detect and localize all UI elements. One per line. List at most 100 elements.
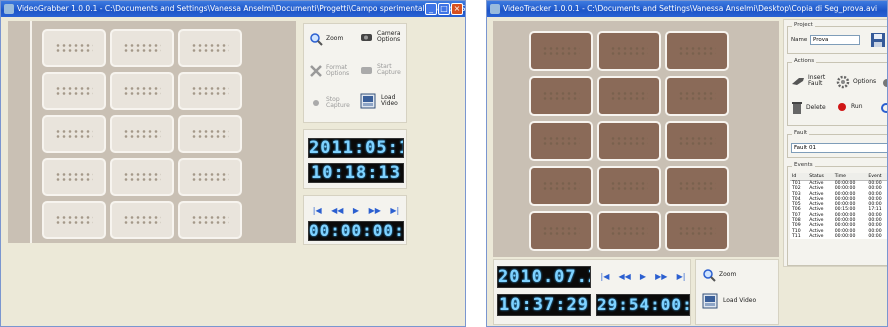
name-label: Name xyxy=(791,37,808,43)
tool-panel: Zoom Camera Options Format Options Start… xyxy=(303,23,407,123)
delete-label: Delete xyxy=(806,103,826,111)
table-cell: T11 xyxy=(792,233,801,239)
zoom-label: Zoom xyxy=(719,270,737,278)
table-cell: 00:00:00 xyxy=(834,233,856,239)
app-icon xyxy=(4,4,14,14)
seed-tray xyxy=(178,158,242,196)
window-title: VideoGrabber 1.0.0.1 - C:\Documents and … xyxy=(17,4,465,13)
options-label: Options xyxy=(853,77,877,85)
seed-tray xyxy=(178,115,242,153)
actions-label: Actions xyxy=(792,58,817,64)
project-name-field[interactable]: Prova xyxy=(810,35,860,45)
project-label: Project xyxy=(792,22,815,28)
seed-tray xyxy=(529,31,593,71)
seed-tray xyxy=(665,121,729,161)
column-header[interactable]: Id xyxy=(790,173,808,181)
date-display: 2011:05:18 xyxy=(308,138,404,158)
format-options-button[interactable]: Format Options xyxy=(309,64,357,78)
fast-forward-icon[interactable]: ▶▶ xyxy=(369,206,381,215)
display-panel: 2011:05:18 10:18:13 xyxy=(303,129,407,189)
table-row[interactable]: T11 Active 00:00:00 00:00 xyxy=(790,233,887,239)
close-button[interactable]: × xyxy=(451,3,463,15)
maximize-button[interactable]: □ xyxy=(438,3,450,15)
options-icon xyxy=(836,75,850,89)
load-video-button[interactable]: Load Video xyxy=(702,292,762,310)
column-header[interactable]: Event xyxy=(866,173,887,181)
seed-tray xyxy=(178,72,242,110)
window-controls: _ □ × xyxy=(425,3,463,15)
actions-group: Actions Insert Fault Options Delete Run xyxy=(787,58,888,126)
display-panel: 2010.07.26 10:37:29 |◀ ◀◀ ▶ ▶▶ ▶| 29:54:… xyxy=(493,259,691,325)
stop-icon xyxy=(313,100,319,106)
titlebar[interactable]: VideoGrabber 1.0.0.1 - C:\Documents and … xyxy=(1,1,465,17)
seed-tray xyxy=(42,115,106,153)
seed-tray xyxy=(529,76,593,116)
refresh-icon[interactable] xyxy=(880,101,888,115)
start-capture-button[interactable]: Start Capture xyxy=(360,63,406,77)
seed-tray xyxy=(665,31,729,71)
fault-field[interactable]: Fault 01 xyxy=(791,143,887,153)
minimize-button[interactable]: _ xyxy=(425,3,437,15)
seed-tray xyxy=(110,29,174,67)
zoom-button[interactable]: Zoom xyxy=(702,268,736,282)
events-table-body: T01 Active 00:00:00 00:00 T02 Active 00:00:00 0… xyxy=(790,181,887,240)
save-icon[interactable] xyxy=(870,32,886,48)
run-button[interactable]: Run xyxy=(836,101,874,113)
skip-start-icon[interactable]: |◀ xyxy=(601,272,610,281)
events-table[interactable]: Id Status Time Event T01 Active 00:00:00 00:00… xyxy=(790,173,887,240)
seed-tray xyxy=(42,29,106,67)
stop-capture-button[interactable]: Stop Capture xyxy=(309,96,357,110)
load-video-label: Load Video xyxy=(723,296,757,304)
date-display: 2010.07.26 xyxy=(497,266,591,288)
skip-end-icon[interactable]: ▶| xyxy=(677,272,686,281)
zoom-button[interactable]: Zoom xyxy=(309,32,343,46)
fault-group: Fault Fault 01 xyxy=(787,130,887,158)
stop-capture-label: Stop Capture xyxy=(326,95,350,109)
video-view[interactable] xyxy=(8,21,296,243)
load-video-button[interactable]: Load Video xyxy=(360,92,406,110)
seed-tray xyxy=(597,76,661,116)
table-cell: 00:00 xyxy=(868,233,882,239)
window-title: VideoTracker 1.0.0.1 - C:\Documents and … xyxy=(503,4,878,13)
seed-tray xyxy=(597,31,661,71)
videograbber-window: VideoGrabber 1.0.0.1 - C:\Documents and … xyxy=(0,0,466,327)
video-view[interactable] xyxy=(493,21,779,257)
delete-button[interactable]: Delete xyxy=(791,101,835,115)
insert-fault-label: Insert Fault xyxy=(808,74,826,88)
extra-action-icon[interactable] xyxy=(882,77,888,89)
transport-controls: |◀ ◀◀ ▶ ▶▶ ▶| xyxy=(596,270,690,282)
play-icon[interactable]: ▶ xyxy=(640,272,646,281)
timecode-display: 00:00:00:00 xyxy=(308,221,404,241)
load-video-label: Load Video xyxy=(381,93,398,107)
camera-options-label: Camera Options xyxy=(377,30,401,44)
fast-forward-icon[interactable]: ▶▶ xyxy=(655,272,667,281)
transport-controls: |◀ ◀◀ ▶ ▶▶ ▶| xyxy=(308,204,404,216)
app-icon xyxy=(490,4,500,14)
titlebar[interactable]: VideoTracker 1.0.0.1 - C:\Documents and … xyxy=(487,1,887,17)
insert-fault-button[interactable]: Insert Fault xyxy=(791,74,835,88)
play-icon[interactable]: ▶ xyxy=(353,206,359,215)
side-panel: Project Name Prova Actions Insert Fault … xyxy=(783,19,888,267)
column-header[interactable]: Status xyxy=(807,173,833,181)
rewind-icon[interactable]: ◀◀ xyxy=(331,206,343,215)
time-display: 10:37:29 xyxy=(497,294,591,316)
seed-tray xyxy=(529,166,593,206)
rewind-icon[interactable]: ◀◀ xyxy=(619,272,631,281)
events-group: Events Id Status Time Event T01 Active 00:00:… xyxy=(787,162,887,266)
events-table-header: Id Status Time Event xyxy=(790,173,887,181)
fault-label: Fault xyxy=(792,130,810,136)
camera-options-button[interactable]: Camera Options xyxy=(360,30,406,44)
column-header[interactable]: Time xyxy=(832,173,867,181)
format-icon xyxy=(310,65,322,77)
run-icon xyxy=(838,103,846,111)
options-button[interactable]: Options xyxy=(836,75,876,89)
start-capture-label: Start Capture xyxy=(377,63,401,77)
skip-end-icon[interactable]: ▶| xyxy=(390,206,399,215)
load-video-icon xyxy=(702,293,718,309)
seed-tray xyxy=(42,201,106,239)
skip-start-icon[interactable]: |◀ xyxy=(313,206,322,215)
seed-tray xyxy=(665,211,729,251)
seed-tray xyxy=(529,121,593,161)
events-label: Events xyxy=(792,162,815,168)
seed-tray xyxy=(110,115,174,153)
